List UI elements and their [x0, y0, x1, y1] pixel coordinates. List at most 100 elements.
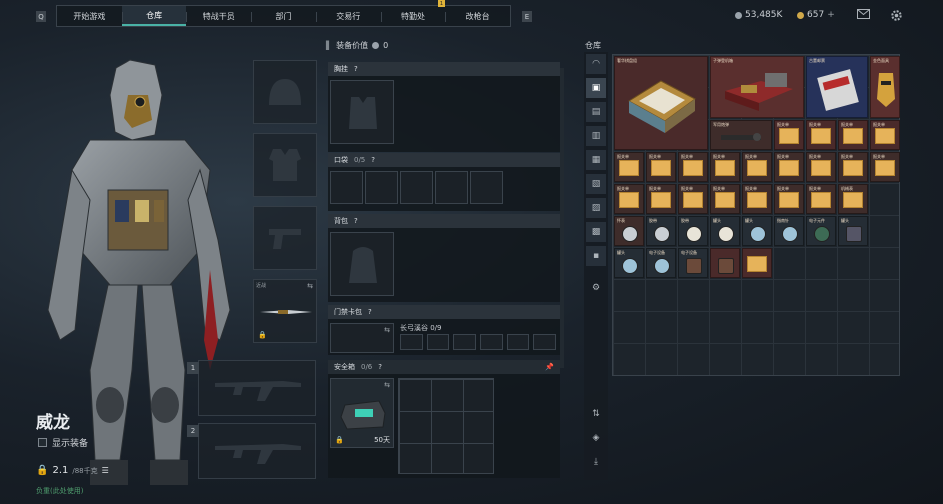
customs-form-item[interactable]: 报关单 — [646, 152, 676, 182]
customs-form-item[interactable]: 报关单 — [838, 120, 868, 150]
key-slot[interactable] — [480, 334, 503, 350]
watch-item[interactable]: 胶带 — [646, 216, 676, 246]
customs-form-item[interactable]: 报关单 — [710, 184, 740, 214]
swap-icon[interactable]: ⇆ — [384, 326, 390, 334]
armor-slot[interactable] — [253, 133, 317, 197]
misc-filter-icon[interactable]: ▩ — [586, 222, 606, 242]
sidearm-slot[interactable] — [253, 206, 317, 270]
customs-form-item[interactable]: 报关单 — [678, 152, 708, 182]
list-icon[interactable]: ☰ — [102, 466, 109, 475]
pin-icon[interactable]: 📌 — [545, 363, 554, 371]
ammo-filter-icon[interactable]: ▥ — [586, 126, 606, 146]
customs-form-item[interactable]: 报关单 — [678, 184, 708, 214]
customs-form-item[interactable]: 报关单 — [870, 120, 900, 150]
key-slot[interactable] — [400, 334, 423, 350]
key-slot[interactable] — [533, 334, 557, 350]
customs-form-item[interactable]: 报关单 — [614, 184, 644, 214]
prev-tab-key[interactable]: Q — [36, 11, 46, 22]
tape-item[interactable]: 罐头 — [710, 216, 740, 246]
can-item[interactable]: 罐头 — [742, 216, 772, 246]
show-equipment-toggle[interactable]: 显示装备 — [38, 436, 88, 449]
settings-gear-icon[interactable] — [890, 9, 903, 25]
next-tab-key[interactable]: E — [522, 11, 532, 22]
customs-form-item[interactable]: 报关单 — [838, 152, 868, 182]
melee-slot[interactable]: 近战 ⇆ 🔒 — [253, 279, 317, 343]
customs-form-item[interactable] — [742, 248, 772, 278]
can-item[interactable]: 指南针 — [774, 216, 804, 246]
chest-rig-slot[interactable] — [330, 80, 394, 144]
key-slot[interactable] — [426, 334, 450, 350]
swap-icon[interactable]: ⇆ — [307, 282, 313, 290]
tab-gunsmith[interactable]: 改枪台 — [445, 6, 510, 26]
golden-mask-item[interactable]: 金色面具 — [870, 56, 900, 118]
customs-form-item[interactable]: 报关单 — [646, 184, 676, 214]
customs-form-item[interactable]: 报关单 — [774, 184, 804, 214]
tab-special-service[interactable]: 特勤处 — [380, 6, 446, 26]
show-equipment-checkbox[interactable] — [38, 438, 47, 447]
customs-form-item[interactable]: 机械表 — [838, 184, 868, 214]
sort-icon[interactable]: ⇅ — [586, 404, 606, 424]
customs-form-item[interactable]: 报关单 — [710, 152, 740, 182]
storage-settings-icon[interactable]: ⚙ — [586, 278, 606, 298]
compass-item[interactable]: 电子元件 — [806, 216, 836, 246]
tape-item[interactable]: 胶带 — [678, 216, 708, 246]
can-item[interactable]: 罐头 — [614, 248, 644, 278]
collectible-filter-icon[interactable]: ▨ — [586, 198, 606, 218]
primary-weapon-slot-1[interactable] — [198, 360, 316, 416]
layers-icon[interactable]: ◈ — [586, 428, 606, 448]
customs-form-item[interactable]: 报关单 — [774, 152, 804, 182]
help-icon[interactable]: ? — [354, 65, 358, 73]
customs-form-item[interactable]: 报关单 — [614, 152, 644, 182]
keycard-case-slot[interactable]: ⇆ — [330, 323, 394, 353]
customs-form-item[interactable]: 报关单 — [742, 152, 772, 182]
help-icon[interactable]: ? — [368, 308, 372, 316]
sell-icon[interactable]: ⤓ — [586, 452, 606, 472]
mail-icon[interactable] — [857, 9, 870, 22]
primary-weapon-slot-2[interactable] — [198, 423, 316, 479]
tab-start-game[interactable]: 开始游戏 — [57, 6, 122, 26]
customs-form-item[interactable]: 报关单 — [742, 184, 772, 214]
helmet-filter-icon[interactable]: ◠ — [586, 54, 606, 74]
warehouse-grid[interactable]: 奢华棋盘组 子弹登机箱 古董邮票 金色面具 军用炮弹 报关单 报关单 报关单 报关单报… — [612, 54, 900, 376]
equipment-scrollbar[interactable] — [560, 68, 564, 368]
pocket-slot[interactable] — [435, 171, 468, 204]
add-currency-icon[interactable]: + — [827, 10, 835, 20]
more-filter-icon[interactable]: ▪ — [586, 246, 606, 266]
bag-filter-icon[interactable]: ▣ — [586, 78, 606, 98]
customs-form-item[interactable]: 报关单 — [870, 152, 900, 182]
help-icon[interactable]: ? — [354, 217, 358, 225]
tab-trading[interactable]: 交易行 — [315, 6, 381, 26]
tab-warehouse[interactable]: 仓库 — [121, 6, 187, 26]
chess-set-item[interactable]: 奢华棋盘组 — [614, 56, 708, 150]
pocket-slot[interactable] — [365, 171, 398, 204]
safe-box-slot[interactable]: ⇆ 🔒 50天 — [330, 378, 394, 448]
help-icon[interactable]: ? — [378, 363, 382, 371]
help-icon[interactable]: ? — [371, 156, 375, 164]
watch-item[interactable]: 怀表 — [614, 216, 644, 246]
key-filter-icon[interactable]: ▧ — [586, 174, 606, 194]
can-item[interactable]: 电子设备 — [646, 248, 676, 278]
customs-form-item[interactable]: 报关单 — [774, 120, 804, 150]
weapon-filter-icon[interactable]: ▤ — [586, 102, 606, 122]
pocket-slot[interactable] — [470, 171, 503, 204]
key-slot[interactable] — [453, 334, 477, 350]
chip-item[interactable]: 罐头 — [838, 216, 868, 246]
tab-departments[interactable]: 部门 — [251, 6, 316, 26]
device-item[interactable] — [710, 248, 740, 278]
stamp-album-item[interactable]: 古董邮票 — [806, 56, 868, 118]
tab-operators[interactable]: 特战干员 — [186, 6, 251, 26]
customs-form-item[interactable]: 报关单 — [806, 152, 836, 182]
swap-icon[interactable]: ⇆ — [384, 381, 390, 389]
ammo-case-item[interactable]: 子弹登机箱 — [710, 56, 804, 118]
backpack-slot[interactable] — [330, 232, 394, 296]
customs-form-item[interactable]: 报关单 — [806, 184, 836, 214]
pocket-slot[interactable] — [400, 171, 433, 204]
safe-box-grid[interactable] — [398, 378, 494, 474]
artillery-shell-item[interactable]: 军用炮弹 — [710, 120, 772, 150]
pocket-slot[interactable] — [330, 171, 363, 204]
customs-form-item[interactable]: 报关单 — [806, 120, 836, 150]
key-slot[interactable] — [506, 334, 530, 350]
device-item[interactable]: 电子设备 — [678, 248, 708, 278]
medical-filter-icon[interactable]: ▦ — [586, 150, 606, 170]
helmet-slot[interactable] — [253, 60, 317, 124]
